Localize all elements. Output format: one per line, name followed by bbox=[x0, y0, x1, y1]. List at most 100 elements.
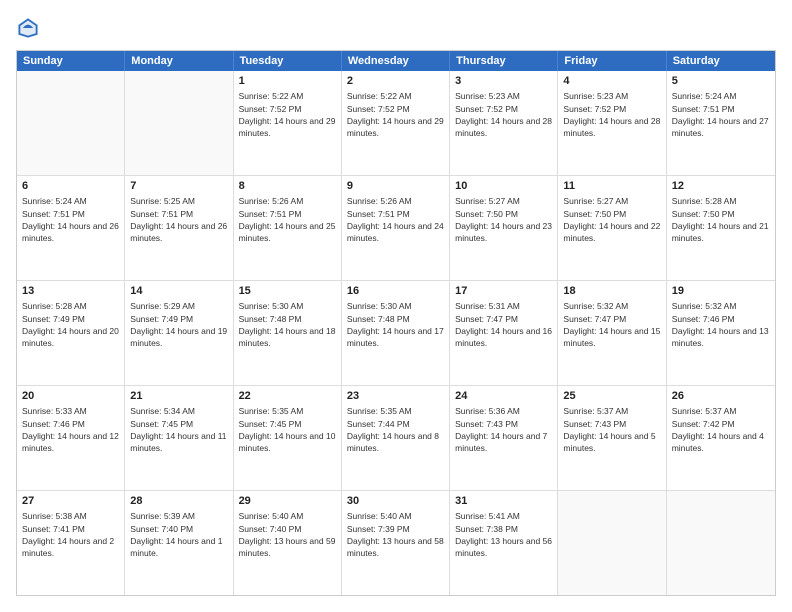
cell-info: Sunrise: 5:25 AM Sunset: 7:51 PM Dayligh… bbox=[130, 195, 227, 244]
cell-date-number: 6 bbox=[22, 179, 119, 194]
cell-date-number: 18 bbox=[563, 284, 660, 299]
calendar-body: 1Sunrise: 5:22 AM Sunset: 7:52 PM Daylig… bbox=[17, 71, 775, 595]
weekday-header: Saturday bbox=[667, 51, 775, 71]
calendar-cell: 9Sunrise: 5:26 AM Sunset: 7:51 PM Daylig… bbox=[342, 176, 450, 280]
cell-date-number: 15 bbox=[239, 284, 336, 299]
calendar-cell: 1Sunrise: 5:22 AM Sunset: 7:52 PM Daylig… bbox=[234, 71, 342, 175]
cell-date-number: 4 bbox=[563, 74, 660, 89]
calendar-cell: 10Sunrise: 5:27 AM Sunset: 7:50 PM Dayli… bbox=[450, 176, 558, 280]
cell-date-number: 19 bbox=[672, 284, 770, 299]
cell-date-number: 5 bbox=[672, 74, 770, 89]
calendar-header: SundayMondayTuesdayWednesdayThursdayFrid… bbox=[17, 51, 775, 71]
calendar-cell: 5Sunrise: 5:24 AM Sunset: 7:51 PM Daylig… bbox=[667, 71, 775, 175]
calendar-cell: 20Sunrise: 5:33 AM Sunset: 7:46 PM Dayli… bbox=[17, 386, 125, 490]
calendar-cell: 16Sunrise: 5:30 AM Sunset: 7:48 PM Dayli… bbox=[342, 281, 450, 385]
weekday-header: Friday bbox=[558, 51, 666, 71]
page: SundayMondayTuesdayWednesdayThursdayFrid… bbox=[0, 0, 792, 612]
calendar-cell: 25Sunrise: 5:37 AM Sunset: 7:43 PM Dayli… bbox=[558, 386, 666, 490]
cell-date-number: 2 bbox=[347, 74, 444, 89]
cell-info: Sunrise: 5:23 AM Sunset: 7:52 PM Dayligh… bbox=[455, 90, 552, 139]
cell-info: Sunrise: 5:40 AM Sunset: 7:40 PM Dayligh… bbox=[239, 510, 336, 559]
calendar-cell bbox=[558, 491, 666, 595]
cell-info: Sunrise: 5:24 AM Sunset: 7:51 PM Dayligh… bbox=[672, 90, 770, 139]
calendar-cell: 14Sunrise: 5:29 AM Sunset: 7:49 PM Dayli… bbox=[125, 281, 233, 385]
cell-info: Sunrise: 5:37 AM Sunset: 7:42 PM Dayligh… bbox=[672, 405, 770, 454]
calendar-cell: 22Sunrise: 5:35 AM Sunset: 7:45 PM Dayli… bbox=[234, 386, 342, 490]
cell-date-number: 31 bbox=[455, 494, 552, 509]
cell-info: Sunrise: 5:36 AM Sunset: 7:43 PM Dayligh… bbox=[455, 405, 552, 454]
cell-info: Sunrise: 5:24 AM Sunset: 7:51 PM Dayligh… bbox=[22, 195, 119, 244]
calendar-row: 13Sunrise: 5:28 AM Sunset: 7:49 PM Dayli… bbox=[17, 281, 775, 386]
cell-info: Sunrise: 5:39 AM Sunset: 7:40 PM Dayligh… bbox=[130, 510, 227, 559]
cell-info: Sunrise: 5:23 AM Sunset: 7:52 PM Dayligh… bbox=[563, 90, 660, 139]
calendar-cell: 29Sunrise: 5:40 AM Sunset: 7:40 PM Dayli… bbox=[234, 491, 342, 595]
logo bbox=[16, 16, 44, 40]
cell-info: Sunrise: 5:27 AM Sunset: 7:50 PM Dayligh… bbox=[563, 195, 660, 244]
calendar-row: 27Sunrise: 5:38 AM Sunset: 7:41 PM Dayli… bbox=[17, 491, 775, 595]
cell-date-number: 13 bbox=[22, 284, 119, 299]
cell-info: Sunrise: 5:29 AM Sunset: 7:49 PM Dayligh… bbox=[130, 300, 227, 349]
cell-info: Sunrise: 5:26 AM Sunset: 7:51 PM Dayligh… bbox=[239, 195, 336, 244]
cell-info: Sunrise: 5:32 AM Sunset: 7:46 PM Dayligh… bbox=[672, 300, 770, 349]
cell-info: Sunrise: 5:31 AM Sunset: 7:47 PM Dayligh… bbox=[455, 300, 552, 349]
calendar-row: 1Sunrise: 5:22 AM Sunset: 7:52 PM Daylig… bbox=[17, 71, 775, 176]
calendar-cell: 26Sunrise: 5:37 AM Sunset: 7:42 PM Dayli… bbox=[667, 386, 775, 490]
calendar-cell: 7Sunrise: 5:25 AM Sunset: 7:51 PM Daylig… bbox=[125, 176, 233, 280]
weekday-header: Monday bbox=[125, 51, 233, 71]
cell-date-number: 28 bbox=[130, 494, 227, 509]
cell-info: Sunrise: 5:26 AM Sunset: 7:51 PM Dayligh… bbox=[347, 195, 444, 244]
calendar-cell: 15Sunrise: 5:30 AM Sunset: 7:48 PM Dayli… bbox=[234, 281, 342, 385]
calendar-cell bbox=[125, 71, 233, 175]
calendar-cell: 6Sunrise: 5:24 AM Sunset: 7:51 PM Daylig… bbox=[17, 176, 125, 280]
calendar-cell: 19Sunrise: 5:32 AM Sunset: 7:46 PM Dayli… bbox=[667, 281, 775, 385]
cell-info: Sunrise: 5:27 AM Sunset: 7:50 PM Dayligh… bbox=[455, 195, 552, 244]
calendar-cell: 3Sunrise: 5:23 AM Sunset: 7:52 PM Daylig… bbox=[450, 71, 558, 175]
cell-date-number: 30 bbox=[347, 494, 444, 509]
cell-date-number: 14 bbox=[130, 284, 227, 299]
cell-date-number: 7 bbox=[130, 179, 227, 194]
cell-info: Sunrise: 5:22 AM Sunset: 7:52 PM Dayligh… bbox=[347, 90, 444, 139]
cell-date-number: 22 bbox=[239, 389, 336, 404]
cell-info: Sunrise: 5:35 AM Sunset: 7:44 PM Dayligh… bbox=[347, 405, 444, 454]
cell-info: Sunrise: 5:28 AM Sunset: 7:49 PM Dayligh… bbox=[22, 300, 119, 349]
cell-info: Sunrise: 5:40 AM Sunset: 7:39 PM Dayligh… bbox=[347, 510, 444, 559]
cell-date-number: 3 bbox=[455, 74, 552, 89]
cell-info: Sunrise: 5:41 AM Sunset: 7:38 PM Dayligh… bbox=[455, 510, 552, 559]
calendar-cell: 27Sunrise: 5:38 AM Sunset: 7:41 PM Dayli… bbox=[17, 491, 125, 595]
cell-info: Sunrise: 5:35 AM Sunset: 7:45 PM Dayligh… bbox=[239, 405, 336, 454]
calendar-cell: 4Sunrise: 5:23 AM Sunset: 7:52 PM Daylig… bbox=[558, 71, 666, 175]
calendar-row: 6Sunrise: 5:24 AM Sunset: 7:51 PM Daylig… bbox=[17, 176, 775, 281]
cell-info: Sunrise: 5:22 AM Sunset: 7:52 PM Dayligh… bbox=[239, 90, 336, 139]
weekday-header: Tuesday bbox=[234, 51, 342, 71]
cell-info: Sunrise: 5:32 AM Sunset: 7:47 PM Dayligh… bbox=[563, 300, 660, 349]
cell-date-number: 9 bbox=[347, 179, 444, 194]
calendar-cell: 24Sunrise: 5:36 AM Sunset: 7:43 PM Dayli… bbox=[450, 386, 558, 490]
logo-icon bbox=[16, 16, 40, 40]
calendar-cell: 13Sunrise: 5:28 AM Sunset: 7:49 PM Dayli… bbox=[17, 281, 125, 385]
calendar-cell bbox=[17, 71, 125, 175]
cell-info: Sunrise: 5:37 AM Sunset: 7:43 PM Dayligh… bbox=[563, 405, 660, 454]
cell-date-number: 29 bbox=[239, 494, 336, 509]
cell-info: Sunrise: 5:34 AM Sunset: 7:45 PM Dayligh… bbox=[130, 405, 227, 454]
calendar-row: 20Sunrise: 5:33 AM Sunset: 7:46 PM Dayli… bbox=[17, 386, 775, 491]
calendar-cell: 12Sunrise: 5:28 AM Sunset: 7:50 PM Dayli… bbox=[667, 176, 775, 280]
cell-info: Sunrise: 5:30 AM Sunset: 7:48 PM Dayligh… bbox=[347, 300, 444, 349]
header bbox=[16, 16, 776, 40]
cell-date-number: 8 bbox=[239, 179, 336, 194]
calendar-cell: 2Sunrise: 5:22 AM Sunset: 7:52 PM Daylig… bbox=[342, 71, 450, 175]
cell-info: Sunrise: 5:30 AM Sunset: 7:48 PM Dayligh… bbox=[239, 300, 336, 349]
cell-info: Sunrise: 5:28 AM Sunset: 7:50 PM Dayligh… bbox=[672, 195, 770, 244]
cell-date-number: 23 bbox=[347, 389, 444, 404]
calendar-cell: 21Sunrise: 5:34 AM Sunset: 7:45 PM Dayli… bbox=[125, 386, 233, 490]
calendar-cell bbox=[667, 491, 775, 595]
calendar-cell: 28Sunrise: 5:39 AM Sunset: 7:40 PM Dayli… bbox=[125, 491, 233, 595]
calendar-cell: 11Sunrise: 5:27 AM Sunset: 7:50 PM Dayli… bbox=[558, 176, 666, 280]
cell-date-number: 17 bbox=[455, 284, 552, 299]
cell-date-number: 20 bbox=[22, 389, 119, 404]
weekday-header: Wednesday bbox=[342, 51, 450, 71]
cell-date-number: 11 bbox=[563, 179, 660, 194]
cell-date-number: 26 bbox=[672, 389, 770, 404]
cell-date-number: 12 bbox=[672, 179, 770, 194]
cell-date-number: 24 bbox=[455, 389, 552, 404]
cell-info: Sunrise: 5:33 AM Sunset: 7:46 PM Dayligh… bbox=[22, 405, 119, 454]
